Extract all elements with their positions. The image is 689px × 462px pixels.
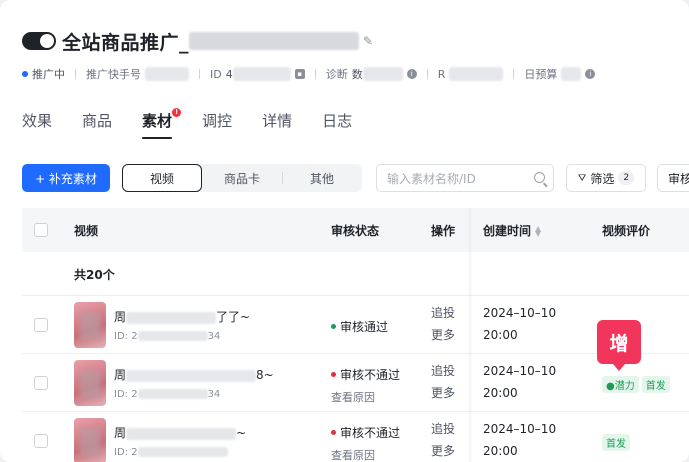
segment-video[interactable]: 视频 xyxy=(122,164,202,192)
potential-tag: ●潜力 xyxy=(602,376,639,393)
created-time: 20:00 xyxy=(483,386,518,400)
boost-link[interactable]: 追投 xyxy=(431,360,455,382)
video-thumbnail[interactable] xyxy=(74,360,106,406)
plan-title: 全站商品推广_ xyxy=(62,31,190,54)
tab-product[interactable]: 商品 xyxy=(82,110,112,139)
table-header: 视频 审核状态 操作 创建时间 ▲ ▼ 视频评价 xyxy=(22,208,689,252)
total-row: 共20个 xyxy=(22,252,689,296)
more-link[interactable]: 更多 xyxy=(431,440,455,462)
video-id: ID: 2 xyxy=(114,389,138,400)
more-link[interactable]: 更多 xyxy=(431,382,455,404)
col-audit-status: 审核状态 xyxy=(331,223,380,238)
filter-button[interactable]: ⛛ 筛选 2 xyxy=(566,164,646,192)
created-date: 2024–10–10 xyxy=(483,422,557,436)
video-title[interactable]: 周 xyxy=(114,310,126,324)
title-row: 全站商品推广_ ✎ xyxy=(22,28,373,54)
col-action: 操作 xyxy=(431,223,456,238)
more-link[interactable]: 更多 xyxy=(431,324,455,346)
plan-detail-card: 全站商品推广_ ✎ 推广中 推广快手号 ID 4 ▪ 诊断 数 i R 日预算 … xyxy=(0,0,689,462)
plan-status: 推广中 xyxy=(32,68,65,81)
budget-label: 日预算 xyxy=(524,68,558,81)
tab-material[interactable]: 素材! xyxy=(142,108,182,139)
alert-badge-icon: ! xyxy=(172,108,182,117)
col-video-rating: 视频评价 xyxy=(602,223,651,238)
filter-label: 筛选 xyxy=(590,171,615,186)
id-label: ID xyxy=(210,67,222,81)
segment-other[interactable]: 其他 xyxy=(282,164,362,192)
account-label: 推广快手号 xyxy=(86,68,141,81)
created-date: 2024–10–10 xyxy=(483,306,557,320)
filter-icon: ⛛ xyxy=(577,172,587,184)
tab-effect[interactable]: 效果 xyxy=(22,110,52,139)
row-checkbox[interactable] xyxy=(34,376,48,390)
add-material-button[interactable]: + 补充素材 xyxy=(22,164,110,192)
material-type-segment: 视频 商品卡 其他 xyxy=(122,164,362,192)
audit-status: 审核通过 xyxy=(331,318,388,335)
id-value: 4 xyxy=(225,67,233,81)
diagnosis-label: 诊断 xyxy=(325,68,348,81)
audit-filter-button[interactable]: 审核 xyxy=(657,164,689,192)
status-dot-icon xyxy=(22,71,28,77)
video-id: ID: 2 xyxy=(114,447,138,458)
edit-icon[interactable]: ✎ xyxy=(363,34,373,48)
search-icon[interactable] xyxy=(534,172,545,183)
redacted-budget xyxy=(561,67,582,81)
tab-details[interactable]: 详情 xyxy=(262,110,292,139)
row-checkbox[interactable] xyxy=(34,434,48,448)
filter-count-badge: 2 xyxy=(618,171,635,185)
first-release-tag: 首发 xyxy=(602,434,630,451)
created-time: 20:00 xyxy=(483,328,518,342)
status-dot-icon xyxy=(331,324,336,329)
video-title[interactable]: 周 xyxy=(114,426,126,440)
material-search-input[interactable]: 输入素材名称/ID xyxy=(376,164,554,192)
budget-info-icon[interactable]: i xyxy=(585,69,596,79)
table-row: 周 8~ ID: 2 34 审核不通过 查看原因 追投 更多 2024–10–10 … xyxy=(22,354,689,412)
redacted-account xyxy=(145,67,189,81)
info-icon[interactable]: i xyxy=(406,69,417,79)
video-id: ID: 2 xyxy=(114,331,138,342)
boost-link[interactable]: 追投 xyxy=(431,302,455,324)
status-dot-icon xyxy=(331,372,336,377)
detail-tabs: 效果 商品 素材! 调控 详情 日志 xyxy=(22,108,382,139)
col-created-time[interactable]: 创建时间 ▲ ▼ xyxy=(483,222,541,239)
tab-control[interactable]: 调控 xyxy=(202,110,232,139)
status-dot-icon xyxy=(331,430,336,435)
audit-status: 审核不通过 xyxy=(331,366,400,383)
copy-icon[interactable]: ▪ xyxy=(294,69,305,79)
flame-icon: ● xyxy=(606,381,615,392)
total-count: 共20个 xyxy=(74,268,115,282)
view-reason-link[interactable]: 查看原因 xyxy=(331,447,400,462)
redacted-title xyxy=(189,32,360,50)
redacted-id xyxy=(232,67,291,81)
first-release-tag: 首发 xyxy=(641,376,670,393)
plan-meta-row: 推广中 推广快手号 ID 4 ▪ 诊断 数 i R 日预算 i xyxy=(22,66,596,82)
segment-product-card[interactable]: 商品卡 xyxy=(202,164,282,192)
row-checkbox[interactable] xyxy=(34,318,48,332)
col-video: 视频 xyxy=(74,223,99,238)
table-row: 周 ~ ID: 2 审核不通过 查看原因 追投 更多 2024–10–10 20:… xyxy=(22,412,689,462)
column-divider xyxy=(469,208,472,462)
created-time: 20:00 xyxy=(483,444,518,458)
audit-status: 审核不通过 xyxy=(331,424,400,441)
boost-popup-badge[interactable]: 增 xyxy=(597,320,641,371)
created-date: 2024–10–10 xyxy=(483,364,557,378)
view-reason-link[interactable]: 查看原因 xyxy=(331,389,400,405)
video-thumbnail[interactable] xyxy=(74,418,106,462)
redacted-diagnosis xyxy=(362,67,403,81)
plan-toggle-switch[interactable] xyxy=(22,32,56,50)
sort-icon[interactable]: ▲ ▼ xyxy=(535,225,541,238)
rating-tags: ●潜力 首发 xyxy=(602,376,673,393)
boost-link[interactable]: 追投 xyxy=(431,418,455,440)
redacted-roi xyxy=(449,67,504,81)
video-thumbnail[interactable] xyxy=(74,302,106,348)
table-row: 周了了~ ID: 2 34 审核通过 追投 更多 2024–10–10 20:00 xyxy=(22,296,689,354)
rating-tags: 首发 xyxy=(602,434,633,451)
diagnosis-value: 数 xyxy=(351,68,363,81)
roi-label: R xyxy=(437,67,446,81)
material-table: 视频 审核状态 操作 创建时间 ▲ ▼ 视频评价 共20个 周了了~ ID: 2 34… xyxy=(22,208,689,462)
search-placeholder: 输入素材名称/ID xyxy=(387,171,476,186)
select-all-checkbox[interactable] xyxy=(34,223,48,237)
tab-log[interactable]: 日志 xyxy=(322,110,352,139)
video-title[interactable]: 周 xyxy=(114,368,126,382)
